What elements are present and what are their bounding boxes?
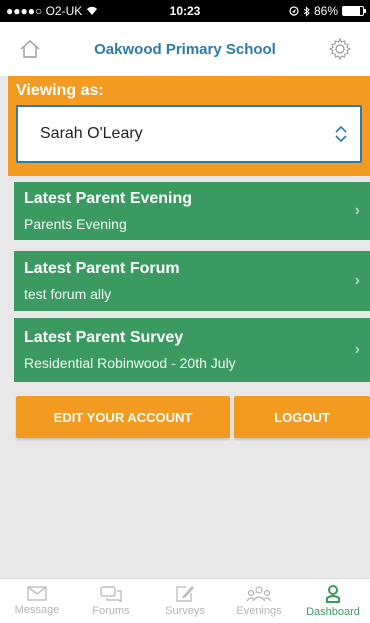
card-text: Latest Parent Survey Residential Robinwo… bbox=[24, 329, 355, 371]
chevron-right-icon: › bbox=[354, 272, 360, 289]
home-button[interactable] bbox=[16, 35, 44, 63]
edit-account-button[interactable]: EDIT YOUR ACCOUNT bbox=[16, 396, 230, 438]
card-subtitle: test forum ally bbox=[24, 286, 112, 302]
logout-button[interactable]: LOGOUT bbox=[234, 396, 370, 438]
card-latest-parent-evening[interactable]: Latest Parent Evening Parents Evening › bbox=[14, 182, 370, 240]
tab-dashboard[interactable]: Dashboard bbox=[296, 579, 370, 623]
status-right-group: 86% bbox=[289, 4, 366, 18]
tab-message[interactable]: Message bbox=[0, 579, 74, 623]
viewing-as-panel: Viewing as: Sarah O'Leary bbox=[8, 76, 370, 176]
chat-bubbles-icon bbox=[100, 585, 122, 602]
card-title: Latest Parent Evening bbox=[24, 190, 193, 207]
tab-label: Dashboard bbox=[306, 605, 360, 618]
settings-button[interactable] bbox=[326, 35, 354, 63]
page-title: Oakwood Primary School bbox=[94, 40, 276, 58]
tab-label: Forums bbox=[92, 604, 130, 617]
chevron-right-icon: › bbox=[354, 202, 360, 219]
child-select-value: Sarah O'Leary bbox=[40, 125, 143, 142]
battery-fill bbox=[343, 7, 361, 15]
tab-surveys[interactable]: Surveys bbox=[148, 579, 222, 623]
envelope-icon bbox=[27, 586, 47, 601]
location-icon bbox=[289, 6, 299, 16]
account-buttons: EDIT YOUR ACCOUNT LOGOUT bbox=[16, 396, 370, 438]
card-subtitle: Residential Robinwood - 20th July bbox=[24, 355, 236, 371]
chevron-right-icon: › bbox=[354, 341, 360, 358]
tab-label: Evenings bbox=[236, 604, 282, 617]
child-select[interactable]: Sarah O'Leary bbox=[16, 105, 362, 163]
tab-forums[interactable]: Forums bbox=[74, 579, 148, 623]
tab-label: Surveys bbox=[165, 605, 205, 617]
pencil-square-icon bbox=[176, 586, 194, 602]
home-icon bbox=[20, 40, 40, 58]
gear-icon bbox=[328, 37, 352, 61]
tab-bar: Message Forums Surveys Evenings Dashboar… bbox=[0, 578, 370, 623]
card-latest-parent-forum[interactable]: Latest Parent Forum test forum ally › bbox=[14, 251, 370, 311]
wifi-icon bbox=[87, 6, 98, 16]
carrier-label: ●●●●○ O2-UK bbox=[6, 4, 83, 18]
card-text: Latest Parent Evening Parents Evening bbox=[24, 190, 355, 232]
card-title: Latest Parent Survey bbox=[24, 329, 184, 346]
tab-label: Message bbox=[14, 604, 60, 616]
status-carrier-group: ●●●●○ O2-UK bbox=[6, 4, 289, 18]
viewing-as-label: Viewing as: bbox=[16, 82, 104, 99]
card-title: Latest Parent Forum bbox=[24, 260, 180, 277]
card-text: Latest Parent Forum test forum ally bbox=[24, 260, 355, 302]
card-latest-parent-survey[interactable]: Latest Parent Survey Residential Robinwo… bbox=[14, 318, 370, 382]
header: Oakwood Primary School bbox=[0, 22, 370, 76]
person-icon bbox=[326, 584, 340, 603]
status-bar: ●●●●○ O2-UK 10:23 86% bbox=[0, 0, 370, 22]
battery-icon bbox=[342, 6, 366, 16]
bluetooth-icon bbox=[303, 5, 310, 17]
group-icon bbox=[246, 585, 272, 601]
chevron-up-down-icon bbox=[335, 125, 347, 143]
tab-evenings[interactable]: Evenings bbox=[222, 579, 296, 623]
card-subtitle: Parents Evening bbox=[24, 216, 127, 232]
battery-percent: 86% bbox=[313, 4, 338, 18]
